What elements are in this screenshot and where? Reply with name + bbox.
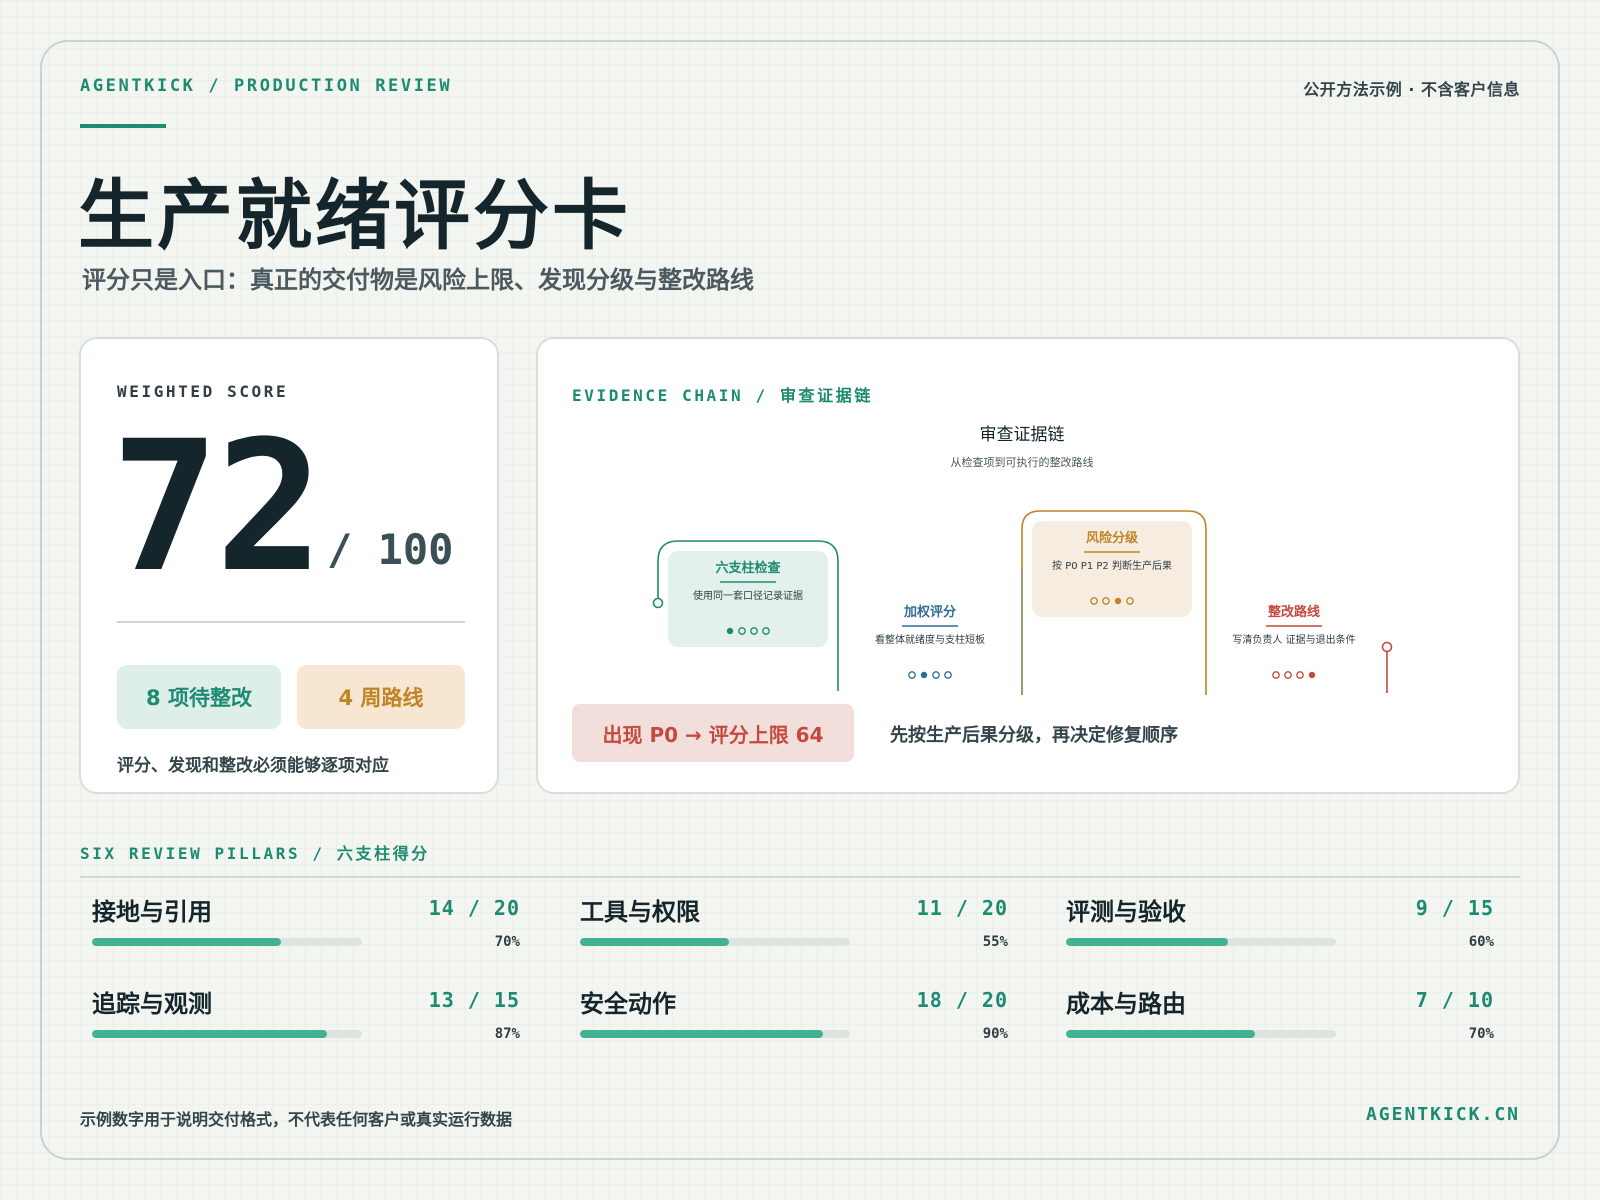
pillar-progress-fill (580, 938, 729, 946)
pillar-progress-track (1066, 1030, 1336, 1038)
brand-underline (80, 124, 166, 128)
pillar-tracing: 追踪与观测 13 / 15 87% (92, 984, 520, 1064)
pillar-progress-fill (92, 1030, 327, 1038)
p0-cap-rule: 出现 P0 → 评分上限 64 (572, 704, 854, 762)
pillar-score: 7 / 10 (1415, 988, 1494, 1012)
score-divider (117, 621, 465, 623)
pillar-percent: 90% (982, 1026, 1008, 1042)
score-max: / 100 (327, 525, 454, 574)
pillar-score: 11 / 20 (916, 896, 1008, 920)
footer-site-link[interactable]: AGENTKICK.CN (1366, 1104, 1520, 1125)
step-desc-pillar-check: 使用同一套口径记录证据 (693, 589, 803, 602)
findings-chip: 8 项待整改 (117, 665, 281, 729)
diagram-title: 审查证据链 (980, 425, 1065, 445)
footer-note: 示例数字用于说明交付格式，不代表任何客户或真实运行数据 (80, 1110, 513, 1129)
step-desc-weighted-score: 看整体就绪度与支柱短板 (875, 633, 985, 646)
pillar-score: 9 / 15 (1415, 896, 1494, 920)
pillar-name: 安全动作 (580, 990, 676, 1018)
pillar-progress-fill (1066, 1030, 1255, 1038)
pillar-name: 接地与引用 (92, 898, 212, 926)
pillar-score: 18 / 20 (916, 988, 1008, 1012)
pillar-progress-track (92, 938, 362, 946)
connector-start-node (652, 597, 664, 609)
pillar-tools-permissions: 工具与权限 11 / 20 55% (580, 892, 1008, 972)
weighted-score-card: WEIGHTED SCORE 72 / 100 8 项待整改 4 周路线 评分、… (79, 337, 499, 794)
p0-note: 先按生产后果分级，再决定修复顺序 (890, 725, 1178, 746)
step-progress-dots (908, 671, 952, 679)
pillar-percent: 60% (1468, 934, 1494, 950)
pillar-progress-fill (92, 938, 281, 946)
pillar-percent: 70% (1468, 1026, 1494, 1042)
step-desc-remediation: 写清负责人 证据与退出条件 (1232, 633, 1355, 646)
pillar-cost-routing: 成本与路由 7 / 10 70% (1066, 984, 1494, 1064)
pillar-progress-fill (580, 1030, 823, 1038)
step-desc-risk-grading: 按 P0 P1 P2 判断生产后果 (1052, 559, 1172, 572)
pillar-name: 追踪与观测 (92, 990, 212, 1018)
pillar-name: 工具与权限 (580, 898, 700, 926)
pillar-progress-track (92, 1030, 362, 1038)
step-title-pillar-check: 六支柱检查 (715, 560, 781, 576)
disclaimer: 公开方法示例 · 不含客户信息 (1303, 80, 1520, 99)
pillar-evaluation: 评测与验收 9 / 15 60% (1066, 892, 1494, 972)
step-title-weighted-score: 加权评分 (903, 604, 956, 620)
roadmap-chip: 4 周路线 (297, 665, 465, 729)
pillar-safe-actions: 安全动作 18 / 20 90% (580, 984, 1008, 1064)
pillar-grounding: 接地与引用 14 / 20 70% (92, 892, 520, 972)
score-note: 评分、发现和整改必须能够逐项对应 (117, 756, 389, 776)
pillar-percent: 87% (494, 1026, 520, 1042)
pillar-progress-track (1066, 938, 1336, 946)
pillar-name: 成本与路由 (1066, 990, 1186, 1018)
page-subtitle: 评分只是入口：真正的交付物是风险上限、发现分级与整改路线 (82, 266, 754, 294)
brand-label: AGENTKICK / PRODUCTION REVIEW (80, 76, 453, 96)
score-label: WEIGHTED SCORE (117, 382, 289, 401)
pillar-percent: 55% (982, 934, 1008, 950)
pillar-percent: 70% (494, 934, 520, 950)
pillar-score: 14 / 20 (428, 896, 520, 920)
pillars-label: SIX REVIEW PILLARS / 六支柱得分 (80, 844, 430, 863)
evidence-chain-card: EVIDENCE CHAIN / 审查证据链 审查证据链 从检查项到可执行的整改… (536, 337, 1520, 794)
evidence-diagram: 审查证据链 从检查项到可执行的整改路线 六支柱检查 使用同一套口径记录证据 加权… (652, 425, 1393, 695)
pillar-name: 评测与验收 (1066, 898, 1186, 926)
pillar-progress-fill (1066, 938, 1228, 946)
page-title: 生产就绪评分卡 (78, 171, 631, 260)
pillars-divider (80, 876, 1520, 878)
connector-end-node (1381, 641, 1393, 653)
pillar-progress-track (580, 1030, 850, 1038)
diagram-subtitle: 从检查项到可执行的整改路线 (951, 455, 1094, 469)
pillar-progress-track (580, 938, 850, 946)
score-value: 72 (111, 403, 324, 612)
step-progress-dots (1272, 671, 1316, 679)
pillar-score: 13 / 15 (428, 988, 520, 1012)
step-title-risk-grading: 风险分级 (1086, 530, 1139, 546)
step-title-remediation: 整改路线 (1267, 604, 1320, 620)
